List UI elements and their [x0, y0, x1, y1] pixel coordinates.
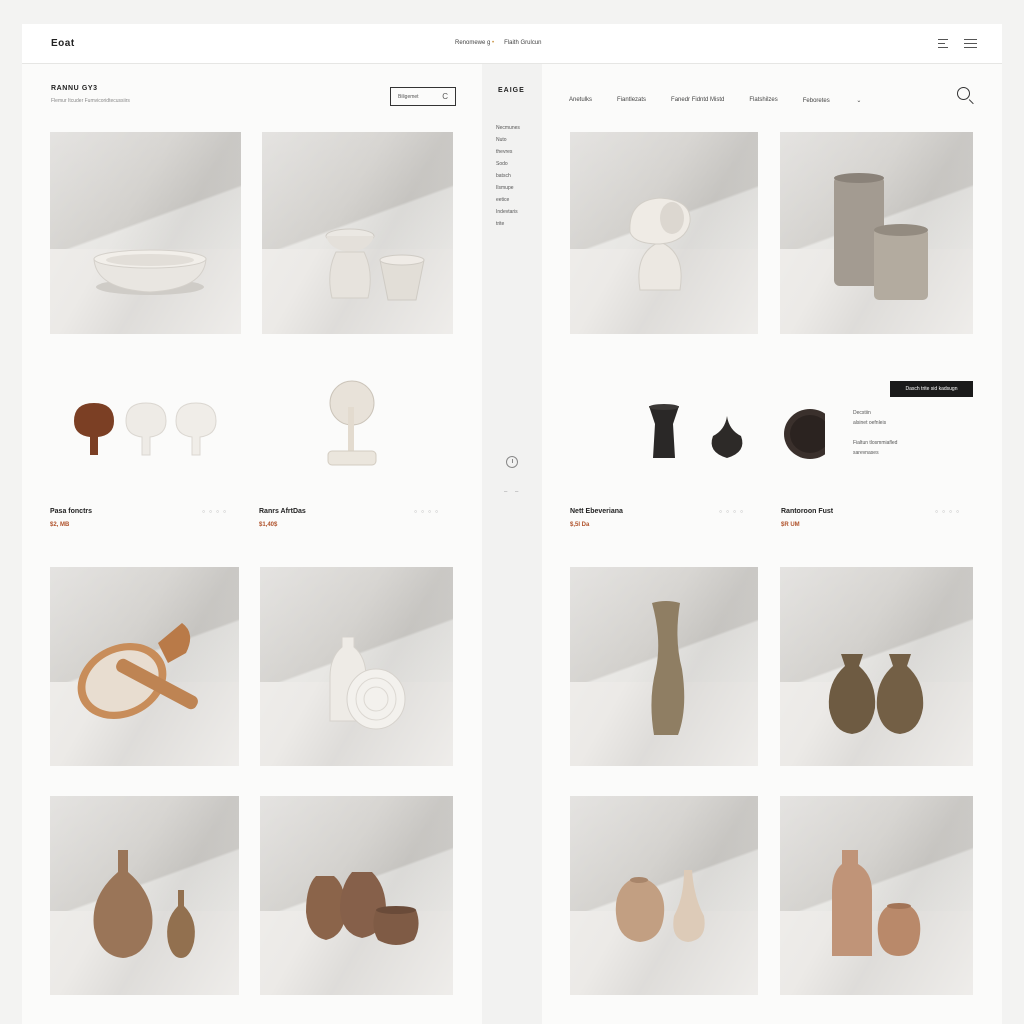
- ribbed-vases-illustration: [93, 850, 195, 958]
- product-name[interactable]: Nett Ebeveriana: [570, 508, 623, 515]
- filter-icon[interactable]: [938, 36, 952, 50]
- search-icon[interactable]: [957, 87, 970, 100]
- chevron-down-icon: ⌄: [856, 98, 862, 104]
- product-image[interactable]: [780, 132, 973, 334]
- category-title: EAIGE: [498, 87, 525, 94]
- color-swatches[interactable]: ○○○○: [202, 509, 230, 515]
- category-item[interactable]: Necmunes: [496, 122, 520, 134]
- color-swatches[interactable]: ○○○○: [414, 509, 442, 515]
- category-item[interactable]: Indevtaris: [496, 206, 520, 218]
- bowl-illustration: [93, 249, 207, 295]
- refresh-icon[interactable]: C: [442, 92, 448, 101]
- wooden-tool-illustration: [77, 623, 198, 719]
- product-image[interactable]: [570, 567, 758, 766]
- dot-icon: •: [492, 40, 495, 46]
- product-name[interactable]: Pasa fonctrs: [50, 508, 92, 515]
- product-price: $2, MB: [50, 522, 70, 528]
- sculpture-illustration: [629, 197, 691, 291]
- product-name[interactable]: Ranrs AfrtDas: [259, 508, 306, 515]
- vase-and-disc-illustration: [329, 637, 406, 730]
- product-name[interactable]: Rantoroon Fust: [781, 508, 833, 515]
- product-price: $R UM: [781, 522, 800, 528]
- category-item[interactable]: batsch: [496, 170, 520, 182]
- nav-secondary-link[interactable]: Flaith Grulcun: [504, 40, 541, 46]
- menu-icon[interactable]: [964, 36, 978, 50]
- right-nav-item[interactable]: Flatshilzes: [749, 97, 777, 104]
- spoons-illustration[interactable]: [70, 399, 220, 459]
- right-nav-item[interactable]: Anetulks: [569, 97, 592, 104]
- dark-ceramics-illustration[interactable]: [645, 404, 825, 464]
- product-image[interactable]: [570, 132, 758, 334]
- category-list: Necmunes Nuto thevres Sodo batsch Ilsmup…: [496, 122, 520, 230]
- product-image[interactable]: [570, 796, 758, 995]
- sand-vases-illustration: [615, 870, 705, 942]
- product-image[interactable]: [260, 567, 453, 766]
- category-strip: EAIGE Necmunes Nuto thevres Sodo batsch …: [482, 64, 542, 1024]
- product-image[interactable]: [50, 567, 239, 766]
- bottle-vases-illustration: [832, 850, 921, 956]
- right-nav-dropdown[interactable]: Feboretes ⌄: [803, 97, 887, 104]
- clay-pots-illustration: [306, 872, 419, 945]
- top-bar: Eoat Renomewe g • Flaith Grulcun: [22, 24, 1002, 64]
- product-image[interactable]: [780, 567, 973, 766]
- mirror-stand-illustration[interactable]: [322, 379, 382, 469]
- clock-icon[interactable]: [506, 456, 518, 468]
- right-nav-item[interactable]: Fanedr Fidntd Mistd: [671, 97, 724, 104]
- left-panel-subtitle: Flemur Itcuder Fumvicoridtecussiirs: [51, 98, 130, 104]
- tall-stone-vase-illustration: [651, 601, 685, 735]
- top-nav: Renomewe g • Flaith Grulcun: [455, 40, 542, 46]
- category-item[interactable]: Ilsmupe: [496, 182, 520, 194]
- product-price: $,5I Da: [570, 522, 590, 528]
- category-item[interactable]: trite: [496, 218, 520, 230]
- stone-vases-illustration: [834, 173, 928, 300]
- cups-illustration: [325, 228, 425, 301]
- cta-button[interactable]: Dasch trite sid kadsugn: [890, 381, 973, 397]
- pager-dots[interactable]: – –: [504, 489, 521, 495]
- product-price: $1,40$: [259, 522, 278, 528]
- category-item[interactable]: Sodo: [496, 158, 520, 170]
- twin-vases-illustration: [828, 654, 924, 734]
- product-description: Decstiin alsinet oefnleis: [853, 410, 887, 426]
- product-image[interactable]: [50, 796, 239, 995]
- category-item[interactable]: thevres: [496, 146, 520, 158]
- product-image[interactable]: [780, 796, 973, 995]
- product-image[interactable]: [262, 132, 453, 334]
- product-image[interactable]: [50, 132, 241, 334]
- product-description: Fialtun tlosmmiafled sarevnases: [853, 440, 898, 456]
- page: Eoat Renomewe g • Flaith Grulcun RANNU G…: [22, 24, 1002, 1024]
- color-swatches[interactable]: ○○○○: [719, 509, 747, 515]
- top-icons: [938, 36, 978, 50]
- search-label: Biligemet: [398, 94, 419, 100]
- search-box[interactable]: Biligemet C: [390, 87, 456, 106]
- category-item[interactable]: Nuto: [496, 134, 520, 146]
- nav-main-link[interactable]: Renomewe g •: [455, 40, 494, 46]
- right-nav-item[interactable]: Fiantlezats: [617, 97, 646, 104]
- category-item[interactable]: eetice: [496, 194, 520, 206]
- color-swatches[interactable]: ○○○○: [935, 509, 963, 515]
- right-nav: Anetulks Fiantlezats Fanedr Fidntd Mistd…: [569, 97, 911, 104]
- left-panel-title: RANNU GY3: [51, 85, 98, 92]
- product-image[interactable]: [260, 796, 453, 995]
- brand-logo[interactable]: Eoat: [51, 38, 75, 49]
